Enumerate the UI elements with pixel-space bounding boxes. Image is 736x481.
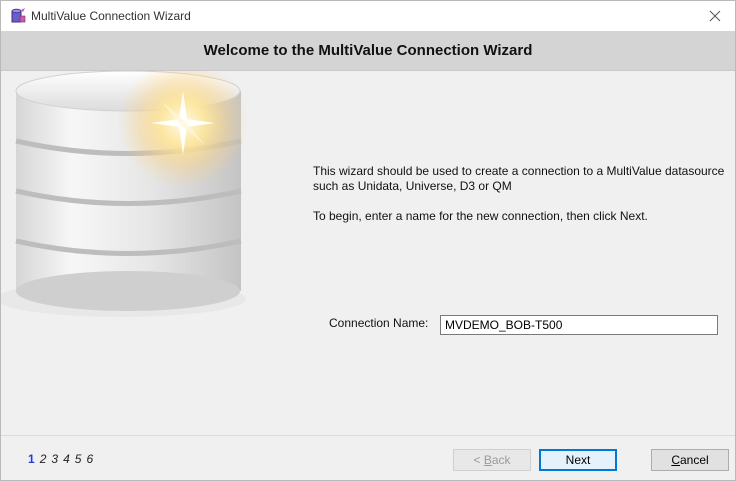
connection-name-label: Connection Name: xyxy=(329,316,429,330)
intro-line-2: To begin, enter a name for the new conne… xyxy=(313,209,648,223)
back-button-prefix: < xyxy=(473,453,484,467)
step-5: 5 xyxy=(74,452,82,466)
back-button-rest: ack xyxy=(491,453,511,467)
step-3: 3 xyxy=(51,452,59,466)
close-button[interactable] xyxy=(695,1,735,31)
page-title: Welcome to the MultiValue Connection Wiz… xyxy=(203,42,533,59)
next-button[interactable]: Next xyxy=(539,449,617,471)
intro-text: This wizard should be used to create a c… xyxy=(313,164,733,239)
welcome-banner: Welcome to the MultiValue Connection Wiz… xyxy=(1,31,735,71)
intro-line-1: This wizard should be used to create a c… xyxy=(313,164,725,193)
wizard-footer: 1 2 3 4 5 6 < Back Next Cancel xyxy=(1,435,735,480)
back-button[interactable]: < Back xyxy=(453,449,531,471)
wizard-content: This wizard should be used to create a c… xyxy=(1,71,735,435)
step-indicator: 1 2 3 4 5 6 xyxy=(28,452,93,466)
step-2: 2 xyxy=(39,452,47,466)
title-bar: MultiValue Connection Wizard xyxy=(1,1,735,31)
step-6: 6 xyxy=(86,452,94,466)
back-button-accel: B xyxy=(483,453,492,467)
wizard-app-icon xyxy=(11,8,26,23)
cancel-button-accel: C xyxy=(671,453,680,467)
window-title: MultiValue Connection Wizard xyxy=(31,9,191,23)
database-illustration xyxy=(1,71,248,317)
cancel-button[interactable]: Cancel xyxy=(651,449,729,471)
next-button-label: Next xyxy=(565,453,591,467)
step-4: 4 xyxy=(63,452,70,466)
cancel-button-rest: ancel xyxy=(679,453,709,467)
connection-name-input[interactable] xyxy=(440,315,718,335)
step-1: 1 xyxy=(28,452,35,466)
close-icon xyxy=(709,10,721,22)
wizard-window: MultiValue Connection Wizard Welcome to … xyxy=(0,0,736,481)
